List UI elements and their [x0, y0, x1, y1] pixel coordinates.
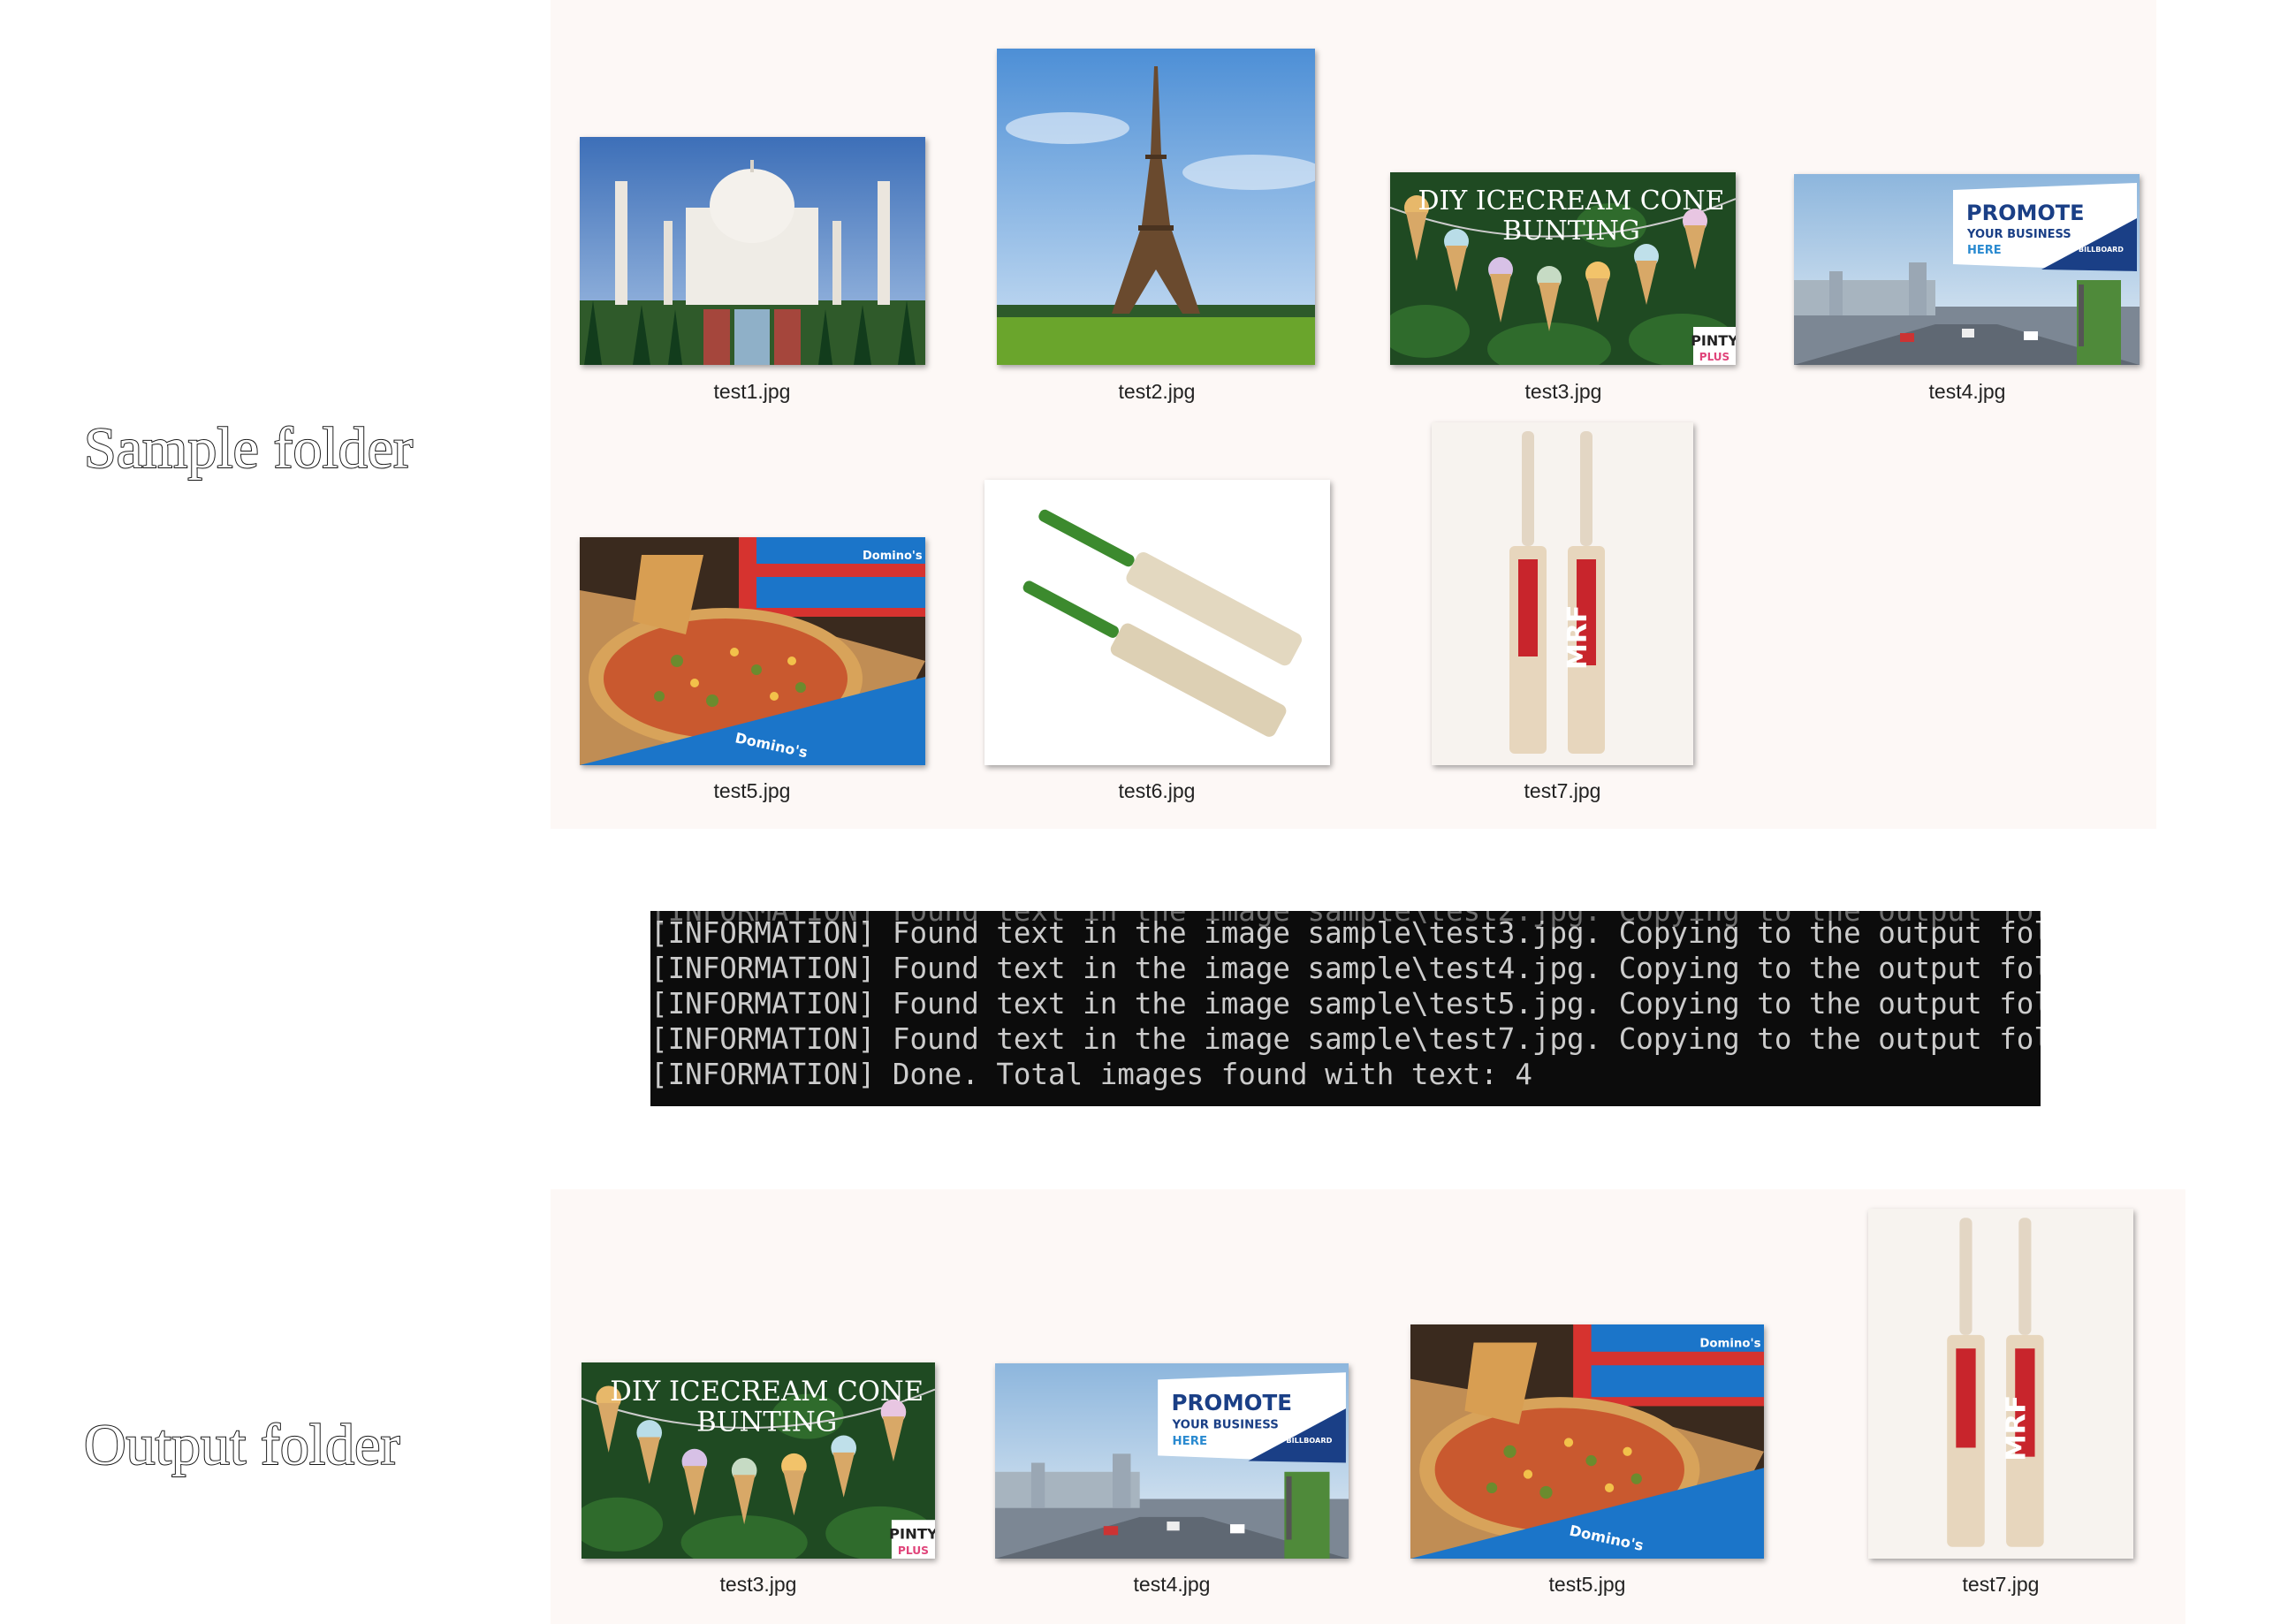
pizza-box-brand-top: Domino's [1699, 1338, 1760, 1351]
thumbnail-mrf-cricket-bats[interactable]: MRF [1868, 1209, 2133, 1559]
billboard-text-4: BILLBOARD [2079, 246, 2124, 254]
icecream-logo-2: PLUS [898, 1544, 929, 1557]
output-folder-label: Output folder [83, 1412, 400, 1478]
file-name-test4: test4.jpg [1928, 380, 2006, 403]
console-line: [INFORMATION] Found text in the image sa… [650, 952, 2041, 985]
icecream-poster-title-2: BUNTING [696, 1407, 837, 1438]
thumbnail-pizza-box[interactable]: Domino's Domino's [1410, 1324, 1764, 1559]
file-name-test3: test3.jpg [1524, 380, 1602, 403]
output-folder-panel: DIY ICECREAM CONE BUNTING PINTY PLUS tes… [551, 1189, 2185, 1624]
icecream-poster-title-2: BUNTING [1502, 216, 1640, 247]
file-name-test5: test5.jpg [713, 779, 791, 802]
thumbnail-icecream-bunting[interactable]: DIY ICECREAM CONE BUNTING PINTY PLUS [582, 1362, 935, 1559]
bat-brand-label: MRF [2001, 1395, 2032, 1461]
icecream-poster-title-1: DIY ICECREAM CONE [610, 1377, 924, 1408]
thumbnail-icecream-bunting[interactable]: DIY ICECREAM CONE BUNTING PINTY PLUS [1390, 172, 1736, 365]
console-line: [INFORMATION] Found text in the image sa… [650, 1022, 2041, 1056]
thumbnail-pizza-box[interactable]: Domino's Domino's [580, 537, 925, 765]
billboard-text-2: YOUR BUSINESS [1966, 228, 2071, 241]
thumbnail-taj-mahal[interactable] [580, 137, 925, 365]
pizza-box-brand-top: Domino's [863, 550, 923, 563]
console-line: [INFORMATION] Found text in the image sa… [650, 916, 2041, 950]
billboard-text-3: HERE [1967, 244, 2002, 257]
file-name-test1: test1.jpg [713, 380, 791, 403]
sample-folder-panel: test1.jpg test2.jpg DIY ICECREAM CONE BU… [551, 0, 2156, 829]
billboard-text-1: PROMOTE [1171, 1390, 1292, 1415]
output-file-name-test3: test3.jpg [719, 1573, 797, 1596]
icecream-logo-1: PINTY [1691, 332, 1736, 349]
sample-folder-label: Sample folder [83, 415, 414, 482]
console-output: [INFORMATION] Found text in the image sa… [650, 911, 2041, 1106]
icecream-poster-title-1: DIY ICECREAM CONE [1418, 186, 1724, 216]
icecream-logo-1: PINTY [889, 1526, 935, 1543]
file-name-test6: test6.jpg [1118, 779, 1196, 802]
icecream-logo-2: PLUS [1699, 351, 1729, 363]
output-file-name-test7: test7.jpg [1962, 1573, 2040, 1596]
thumbnail-cricket-bats[interactable] [984, 480, 1330, 765]
thumbnail-mrf-cricket-bats[interactable]: MRF [1432, 422, 1693, 765]
console-line: [INFORMATION] Done. Total images found w… [650, 1058, 1532, 1091]
console-line: [INFORMATION] Found text in the image sa… [650, 987, 2041, 1021]
file-name-test7: test7.jpg [1524, 779, 1601, 802]
billboard-text-1: PROMOTE [1966, 201, 2085, 225]
billboard-text-4: BILLBOARD [1286, 1436, 1332, 1445]
thumbnail-billboard[interactable]: PROMOTE YOUR BUSINESS HERE BILLBOARD [995, 1363, 1349, 1559]
thumbnail-billboard[interactable]: PROMOTE YOUR BUSINESS HERE BILLBOARD [1794, 174, 2140, 365]
file-name-test2: test2.jpg [1118, 380, 1196, 403]
bat-brand-label: MRF [1562, 605, 1593, 670]
output-file-name-test5: test5.jpg [1548, 1573, 1626, 1596]
billboard-text-2: YOUR BUSINESS [1172, 1419, 1279, 1432]
thumbnail-eiffel-tower[interactable] [997, 49, 1315, 365]
billboard-text-3: HERE [1173, 1435, 1208, 1448]
output-file-name-test4: test4.jpg [1133, 1573, 1211, 1596]
